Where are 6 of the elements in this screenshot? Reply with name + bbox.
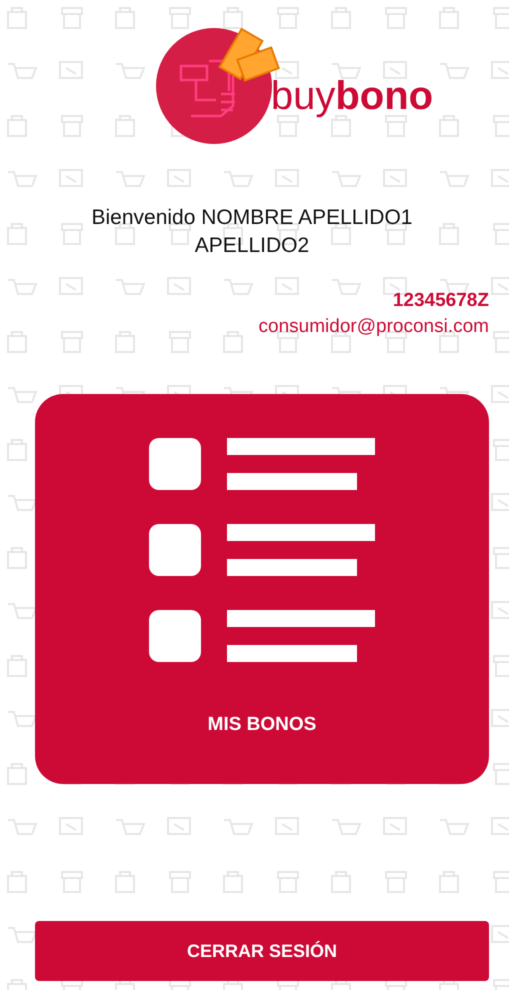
user-id: 12345678Z — [392, 290, 489, 312]
logo-wordmark: buybono — [270, 74, 434, 118]
welcome-text: Bienvenido NOMBRE APELLIDO1 APELLIDO2 — [90, 205, 414, 259]
logout-button[interactable]: CERRAR SESIÓN — [35, 921, 489, 981]
my-vouchers-tile[interactable]: MIS BONOS — [35, 394, 489, 784]
user-email: consumidor@proconsi.com — [258, 316, 489, 338]
